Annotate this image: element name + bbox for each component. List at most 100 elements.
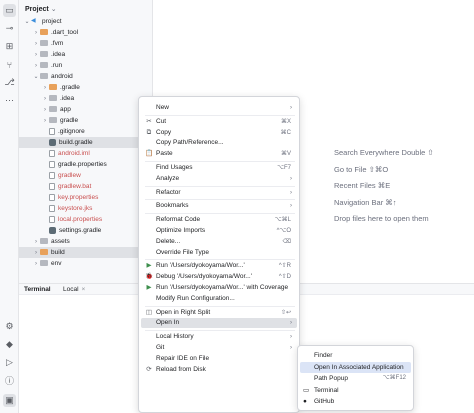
- terminal-tab-local[interactable]: Local ×: [63, 286, 85, 293]
- tree-item[interactable]: › .gradle: [19, 82, 152, 93]
- tree-item[interactable]: local.properties: [19, 214, 152, 225]
- chevron-right-icon: ›: [290, 345, 292, 351]
- menu-item-open-in-right-split[interactable]: ◫ Open in Right Split ⇧↩: [141, 308, 297, 318]
- submenu-item-path-popup[interactable]: Path Popup ⌥⌘F12: [300, 373, 411, 384]
- menu-item-find-usages[interactable]: Find Usages ⌥F7: [141, 163, 297, 173]
- project-panel-title[interactable]: Project ⌄: [25, 5, 57, 13]
- tree-item[interactable]: settings.gradle: [19, 225, 152, 236]
- tree-item-label: .gitignore: [58, 128, 85, 135]
- menu-item-reformat-code[interactable]: Reformat Code ⌥⌘L: [141, 215, 297, 225]
- tree-item-label: .gradle: [60, 84, 80, 91]
- tree-item[interactable]: › app: [19, 104, 152, 115]
- menu-item-bookmarks[interactable]: Bookmarks ›: [141, 201, 297, 211]
- menu-item-label: Debug '/Users/dyokoyama/Wor...': [156, 273, 252, 281]
- menu-item-copy[interactable]: ⧉ Copy ⌘C: [141, 128, 297, 138]
- tree-item[interactable]: android.iml: [19, 148, 152, 159]
- editor-hint: Navigation Bar ⌘↑: [334, 198, 397, 207]
- terminal-icon[interactable]: ▣: [3, 394, 16, 407]
- submenu-item-terminal[interactable]: ▭ Terminal: [300, 385, 411, 396]
- menu-item-debug-users-dyokoyama-wor[interactable]: 🐞 Debug '/Users/dyokoyama/Wor...' ^⇧D: [141, 272, 297, 282]
- menu-item-label: Refactor: [156, 188, 181, 196]
- flutter-project-icon: ◀: [31, 18, 36, 24]
- tree-item[interactable]: › env: [19, 258, 152, 270]
- folder-icon: [40, 62, 48, 69]
- submenu-item-open-in-associated-application[interactable]: Open In Associated Application: [300, 361, 411, 373]
- commit-icon[interactable]: ⊸: [3, 22, 16, 35]
- run-icon[interactable]: ▷: [3, 356, 16, 369]
- menu-item-optimize-imports[interactable]: Optimize Imports ^⌥O: [141, 226, 297, 236]
- menu-item-git[interactable]: Git ›: [141, 343, 297, 353]
- menu-item-label: Cut: [156, 117, 167, 125]
- tree-item[interactable]: ⌄◀ project: [19, 16, 152, 27]
- menu-item-copy-path-reference[interactable]: Copy Path/Reference...: [141, 138, 297, 148]
- menu-item-label: Bookmarks: [156, 202, 189, 210]
- menu-item-override-file-type[interactable]: Override File Type: [141, 248, 297, 258]
- tree-item[interactable]: › .dart_tool: [19, 27, 152, 38]
- menu-item-run-users-dyokoyama-wor-with-coverage[interactable]: ▶ Run '/Users/dyokoyama/Wor...' with Cove…: [141, 283, 297, 293]
- tree-item[interactable]: gradlew: [19, 170, 152, 181]
- tree-item[interactable]: › build: [19, 247, 152, 258]
- folder-icon[interactable]: ▭: [3, 4, 16, 17]
- flutter-icon[interactable]: ◆: [3, 338, 16, 351]
- submenu-item-finder[interactable]: Finder: [300, 350, 411, 361]
- menu-item-run-users-dyokoyama-wor[interactable]: ▶ Run '/Users/dyokoyama/Wor...' ^⇧R: [141, 261, 297, 271]
- submenu-item-github[interactable]: ● GitHub: [300, 396, 411, 407]
- chevron-right-icon[interactable]: ›: [32, 259, 40, 270]
- tree-item[interactable]: .gitignore: [19, 126, 152, 137]
- tree-item[interactable]: keystore.jks: [19, 203, 152, 214]
- menu-item-shortcut: ⌘C: [280, 129, 291, 136]
- tree-item[interactable]: › .idea: [19, 49, 152, 60]
- tree-item-label: .idea: [60, 95, 75, 102]
- file-icon: [49, 193, 55, 201]
- menu-item-modify-run-configuration[interactable]: Modify Run Configuration...: [141, 294, 297, 304]
- menu-item-delete[interactable]: Delete... ⌫: [141, 237, 297, 247]
- problems-icon[interactable]: ⓘ: [3, 374, 16, 387]
- close-icon[interactable]: ×: [82, 286, 86, 293]
- submenu-item-label: Path Popup: [314, 375, 348, 382]
- branch-icon[interactable]: ⎇: [3, 76, 16, 89]
- chevron-right-icon: ›: [290, 189, 292, 196]
- menu-item-shortcut: ⌥F7: [277, 165, 291, 171]
- submenu-item-label: Terminal: [314, 386, 339, 394]
- menu-item-icon: 🐞: [145, 273, 154, 281]
- more-icon[interactable]: ⋯: [3, 94, 16, 107]
- menu-item-paste[interactable]: 📋 Paste ⌘V: [141, 149, 297, 159]
- file-icon: [49, 127, 55, 135]
- menu-item-icon: 📋: [145, 150, 154, 158]
- menu-item-reload-from-disk[interactable]: ⟳ Reload from Disk: [141, 365, 297, 375]
- context-menu: New › ✂ Cut ⌘X ⧉ Copy ⌘C Copy Path/Reference... 📋…: [138, 96, 300, 413]
- tree-item[interactable]: gradle.properties: [19, 159, 152, 170]
- folder-icon: [40, 238, 48, 245]
- tree-item-label: gradle: [60, 117, 79, 124]
- tree-item-label: build: [51, 249, 65, 256]
- menu-item-label: Reload from Disk: [156, 365, 206, 373]
- tree-item[interactable]: ⌄ android: [19, 71, 152, 82]
- tree-item[interactable]: key.properties: [19, 192, 152, 203]
- menu-item-open-in[interactable]: Open In ›: [141, 318, 297, 329]
- tree-item[interactable]: › .fvm: [19, 38, 152, 49]
- menu-item-icon: ▶: [146, 284, 152, 291]
- tree-item-label: local.properties: [58, 216, 103, 223]
- menu-item-new[interactable]: New ›: [141, 103, 297, 113]
- tree-item[interactable]: build.gradle: [19, 137, 152, 148]
- tree-item[interactable]: gradlew.bat: [19, 181, 152, 192]
- menu-item-cut[interactable]: ✂ Cut ⌘X: [141, 117, 297, 127]
- chevron-right-icon: ›: [290, 203, 292, 210]
- menu-item-local-history[interactable]: Local History ›: [141, 332, 297, 342]
- tree-item-label: build.gradle: [59, 139, 93, 146]
- tree-item[interactable]: › gradle: [19, 115, 152, 126]
- structure-icon[interactable]: ⊞: [3, 40, 16, 53]
- plugins-icon[interactable]: ⚙: [3, 320, 16, 333]
- editor-hint-label: Drop files here to open them: [334, 214, 429, 223]
- tree-item[interactable]: › .idea: [19, 93, 152, 104]
- menu-item-refactor[interactable]: Refactor ›: [141, 188, 297, 198]
- pull-request-icon[interactable]: ⑂: [3, 58, 16, 71]
- menu-item-repair-ide-on-file[interactable]: Repair IDE on File: [141, 354, 297, 364]
- menu-item-label: Modify Run Configuration...: [156, 294, 235, 302]
- menu-item-shortcut: ^⇧D: [278, 274, 291, 281]
- tree-item[interactable]: › assets: [19, 236, 152, 247]
- menu-item-analyze[interactable]: Analyze ›: [141, 174, 297, 184]
- tree-item-label: settings.gradle: [59, 227, 102, 234]
- tree-item[interactable]: › .run: [19, 60, 152, 71]
- tree-item-label: gradle.properties: [58, 161, 107, 168]
